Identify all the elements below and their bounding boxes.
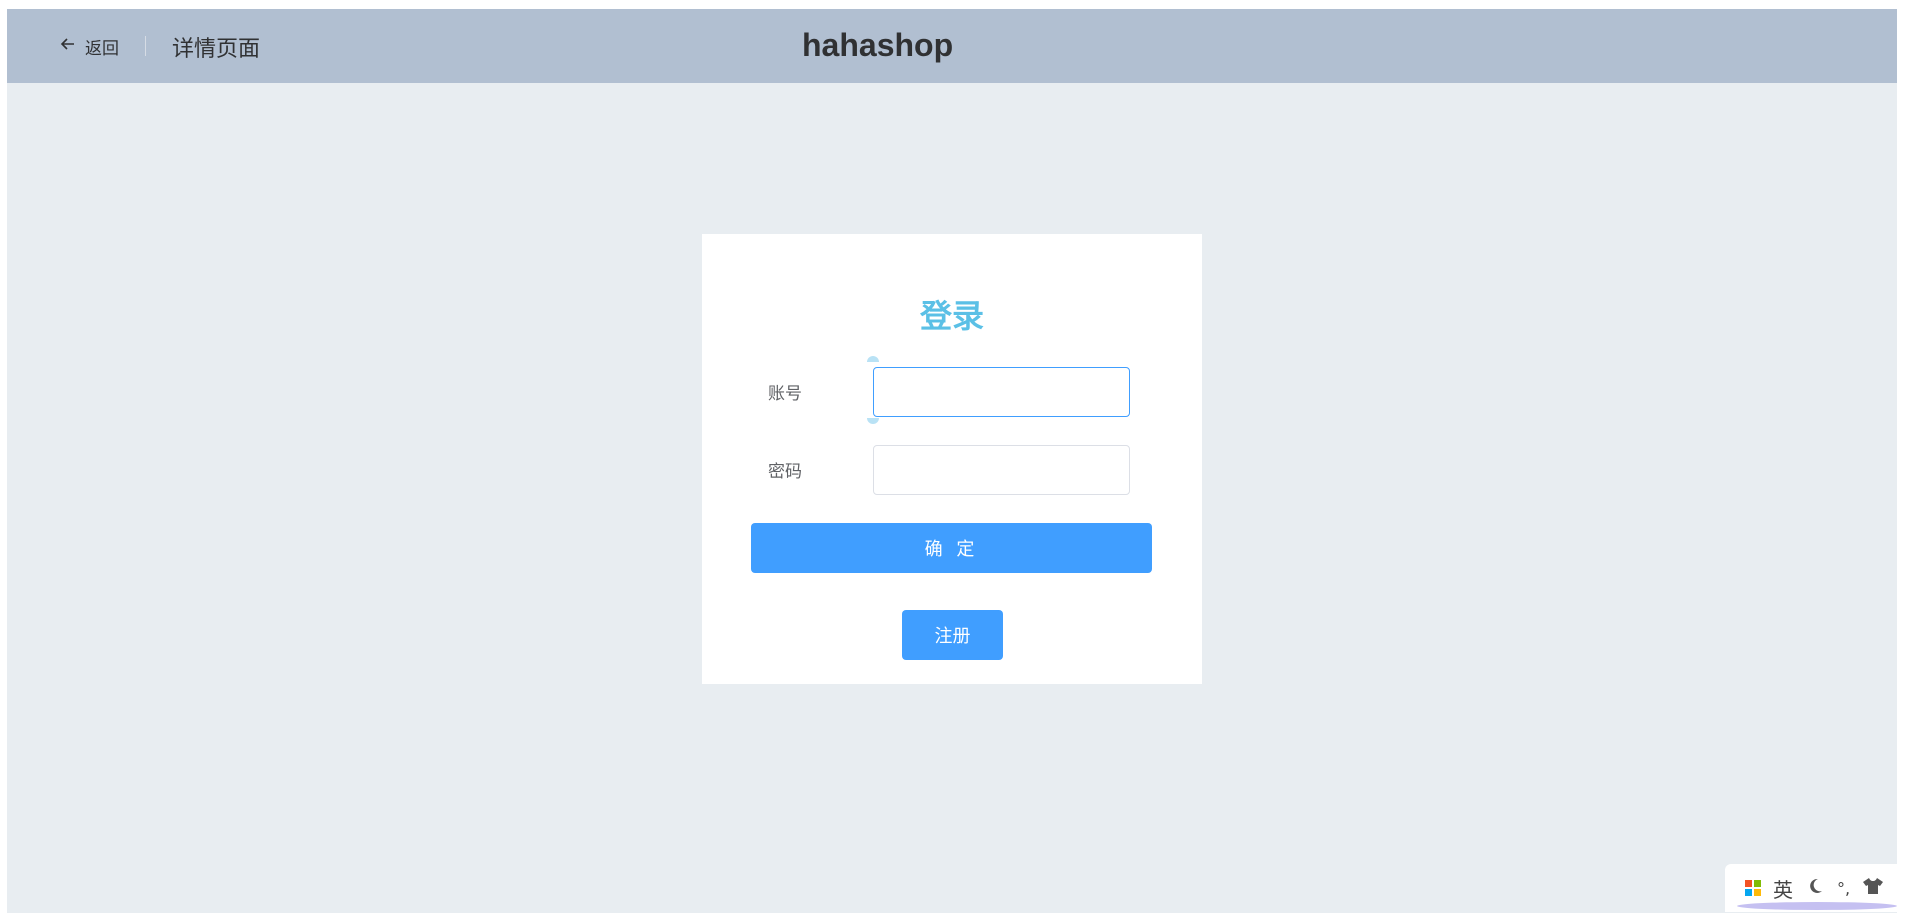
login-card: 登录 账号 密码 确 定 注册 [702, 234, 1202, 684]
login-title: 登录 [919, 297, 984, 335]
windows-logo-icon[interactable] [1745, 880, 1761, 896]
password-input[interactable] [873, 445, 1130, 495]
ime-toolbar: 英 °, [1725, 864, 1909, 912]
account-label: 账号 [768, 384, 802, 404]
resize-handle-top [867, 356, 879, 362]
moon-icon[interactable] [1805, 876, 1825, 901]
punctuation-toggle[interactable]: °, [1837, 879, 1850, 898]
back-label: 返回 [85, 38, 119, 59]
confirm-button[interactable]: 确 定 [751, 523, 1152, 573]
ime-mode-toggle[interactable]: 英 [1773, 874, 1793, 903]
arrow-left-icon [59, 35, 77, 58]
ime-underline [1737, 902, 1897, 910]
brand-title: hahashop [802, 27, 954, 63]
shirt-icon[interactable] [1862, 876, 1884, 901]
account-input[interactable] [873, 367, 1130, 417]
back-button[interactable]: 返回 [59, 35, 119, 59]
app-frame: 返回 详情页面 hahashop 登录 账号 密码 确 定 注册 [7, 9, 1897, 913]
header-divider [145, 36, 146, 56]
page-title: 详情页面 [172, 37, 261, 62]
password-label: 密码 [768, 462, 802, 482]
resize-handle-bottom [867, 418, 879, 424]
register-button[interactable]: 注册 [902, 610, 1003, 660]
top-header: 返回 详情页面 hahashop [7, 9, 1897, 83]
